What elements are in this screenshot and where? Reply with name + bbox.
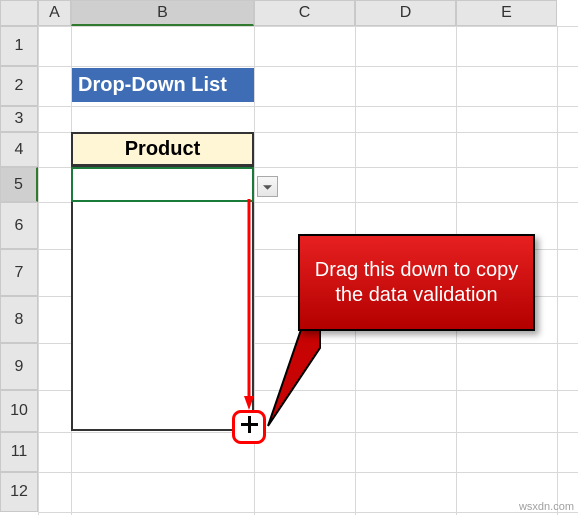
row-label: 4: [15, 141, 24, 159]
watermark: wsxdn.com: [519, 501, 574, 513]
product-table-body[interactable]: [71, 166, 254, 431]
callout-tail: [265, 318, 325, 428]
row-label: 8: [15, 311, 24, 329]
row-header-12[interactable]: 12: [0, 472, 38, 512]
row-label: 7: [15, 264, 24, 282]
row-label: 5: [14, 176, 23, 194]
row-label: 10: [10, 402, 28, 420]
row-label: 6: [15, 217, 24, 235]
row-header-3[interactable]: 3: [0, 106, 38, 132]
col-label: A: [49, 4, 60, 22]
chevron-down-icon: [263, 178, 272, 196]
fill-handle[interactable]: [232, 410, 266, 444]
col-header-A[interactable]: A: [38, 0, 71, 26]
plus-icon: [239, 415, 259, 440]
row-header-10[interactable]: 10: [0, 390, 38, 432]
col-label: D: [400, 4, 412, 22]
row-header-8[interactable]: 8: [0, 296, 38, 343]
title-cell[interactable]: Drop-Down List: [72, 68, 254, 102]
title-text: Drop-Down List: [78, 74, 227, 97]
active-cell-selection[interactable]: [71, 167, 254, 202]
row-header-4[interactable]: 4: [0, 132, 38, 167]
row-header-1[interactable]: 1: [0, 26, 38, 66]
col-header-B[interactable]: B: [71, 0, 254, 26]
select-all-corner[interactable]: [0, 0, 38, 26]
row-label: 12: [10, 483, 28, 501]
callout-text: Drag this down to copy the data validati…: [310, 258, 523, 308]
row-label: 2: [15, 77, 24, 95]
col-label: E: [501, 4, 512, 22]
row-header-2[interactable]: 2: [0, 66, 38, 106]
instruction-callout: Drag this down to copy the data validati…: [298, 234, 535, 331]
col-label: C: [299, 4, 311, 22]
col-header-E[interactable]: E: [456, 0, 557, 26]
row-header-11[interactable]: 11: [0, 432, 38, 472]
col-header-D[interactable]: D: [355, 0, 456, 26]
row-label: 3: [15, 110, 24, 128]
col-header-C[interactable]: C: [254, 0, 355, 26]
row-header-9[interactable]: 9: [0, 343, 38, 390]
spreadsheet-grid: A B C D E 1 2 3 4 5 6 7 8 9 10 11 12 Dro…: [0, 0, 578, 515]
col-label: B: [157, 4, 168, 22]
row-header-5[interactable]: 5: [0, 167, 38, 202]
row-label: 1: [15, 37, 24, 55]
row-header-7[interactable]: 7: [0, 249, 38, 296]
data-validation-dropdown-button[interactable]: [257, 176, 278, 197]
row-header-6[interactable]: 6: [0, 202, 38, 249]
product-table-header[interactable]: Product: [71, 132, 254, 166]
row-label: 9: [15, 358, 24, 376]
row-label: 11: [11, 443, 28, 461]
product-header-text: Product: [125, 138, 201, 161]
